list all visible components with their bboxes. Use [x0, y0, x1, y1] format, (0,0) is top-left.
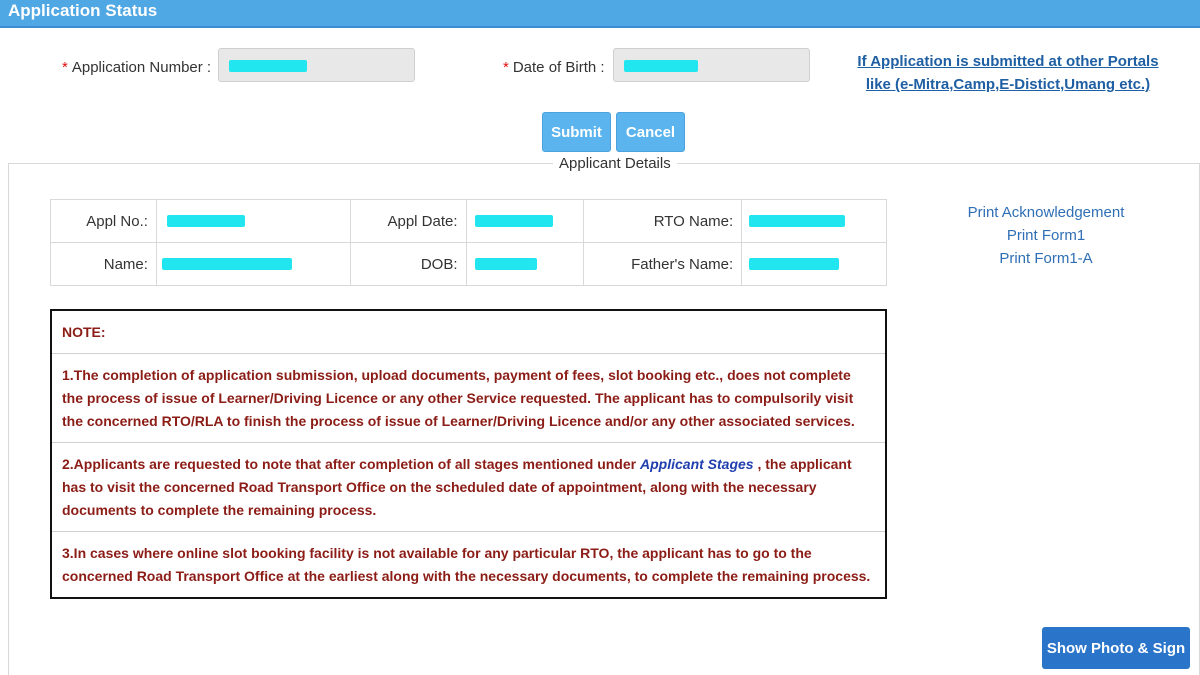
print-form1-link[interactable]: Print Form1: [946, 224, 1146, 247]
redacted-dob: [624, 60, 698, 72]
redacted-name: [161, 258, 292, 270]
required-mark: *: [62, 59, 68, 76]
application-number-label-text: Application Number :: [71, 59, 212, 76]
print-acknowledgement-link[interactable]: Print Acknowledgement: [946, 201, 1146, 224]
appl-date-label: Appl Date:: [349, 199, 467, 243]
name-value: [155, 242, 351, 286]
table-row: Appl No.: Appl Date: RTO Name:: [50, 199, 887, 243]
redacted-fathers-name: [749, 258, 840, 270]
fathers-name-value: [741, 242, 887, 286]
cancel-button[interactable]: Cancel: [616, 112, 685, 152]
dob-input[interactable]: [613, 48, 810, 82]
redacted-dob-detail: [474, 258, 537, 270]
table-row: Name: DOB: Father's Name:: [50, 242, 887, 286]
applicant-details-legend: Applicant Details: [553, 155, 677, 172]
submit-button[interactable]: Submit: [542, 112, 611, 152]
print-links: Print Acknowledgement Print Form1 Print …: [946, 201, 1146, 270]
applicant-stages-link[interactable]: Applicant Stages: [640, 456, 754, 472]
redacted-application-number: [229, 60, 307, 72]
application-number-label: * Application Number :: [62, 59, 211, 76]
header-bar: Application Status: [0, 0, 1200, 28]
print-form1a-link[interactable]: Print Form1-A: [946, 247, 1146, 270]
rto-name-value: [741, 199, 887, 243]
applicant-details-table: Appl No.: Appl Date: RTO Name: Name: DOB…: [50, 199, 887, 286]
required-mark: *: [503, 59, 509, 76]
page-title: Application Status: [8, 1, 158, 20]
redacted-appl-no: [166, 215, 245, 227]
note-item-2: 2.Applicants are requested to note that …: [52, 443, 885, 532]
fathers-name-label: Father's Name:: [583, 242, 743, 286]
dob-detail-value: [465, 242, 585, 286]
note-item-2-text: 2.Applicants are requested to note that …: [62, 456, 640, 472]
rto-name-label: RTO Name:: [583, 199, 743, 243]
dob-detail-label: DOB:: [349, 242, 467, 286]
appl-date-value: [465, 199, 585, 243]
dob-label: * Date of Birth :: [503, 59, 605, 76]
note-box: NOTE: 1.The completion of application su…: [50, 309, 887, 599]
appl-no-label: Appl No.:: [50, 199, 157, 243]
note-heading: NOTE:: [52, 311, 885, 354]
other-portals-link[interactable]: If Application is submitted at other Por…: [843, 50, 1173, 96]
name-label: Name:: [50, 242, 157, 286]
note-item-1: 1.The completion of application submissi…: [52, 354, 885, 443]
redacted-appl-date: [474, 215, 553, 227]
redacted-rto-name: [749, 215, 846, 227]
application-number-input[interactable]: [218, 48, 415, 82]
appl-no-value: [155, 199, 351, 243]
show-photo-sign-button[interactable]: Show Photo & Sign: [1042, 627, 1190, 669]
note-item-3: 3.In cases where online slot booking fac…: [62, 545, 871, 584]
dob-label-text: Date of Birth :: [512, 59, 605, 76]
